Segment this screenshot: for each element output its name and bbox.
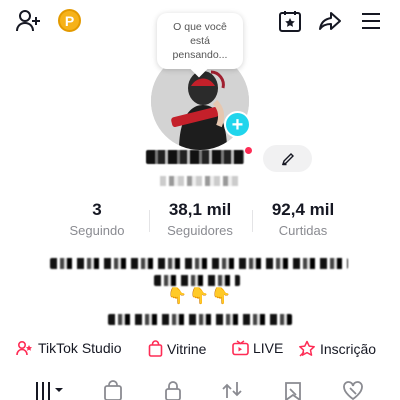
stat-divider (252, 210, 253, 232)
bio-emojis: 👇👇👇 (167, 288, 233, 305)
heart-icon (343, 381, 363, 400)
profile-stats: 3 Seguindo 38,1 mil Seguidores 92,4 mil … (0, 200, 400, 244)
add-avatar-button[interactable]: + (224, 111, 251, 138)
username-redacted (146, 150, 244, 164)
stat-likes[interactable]: 92,4 mil Curtidas (248, 200, 358, 238)
quick-links: TikTok Studio Vitrine LIVE Inscrição (0, 340, 400, 362)
share-icon[interactable] (318, 9, 342, 33)
stat-label: Seguidores (167, 223, 233, 238)
subscription-star-icon (298, 340, 316, 357)
repost-icon (222, 382, 242, 398)
content-tabs (0, 376, 400, 400)
stat-following[interactable]: 3 Seguindo (42, 200, 152, 238)
stat-value: 38,1 mil (168, 200, 232, 219)
stat-label: Curtidas (278, 223, 328, 238)
bio-line-redacted (154, 275, 240, 286)
quick-link-label: LIVE (253, 340, 284, 356)
bio-line-redacted (108, 314, 292, 325)
tab-liked[interactable] (342, 380, 364, 400)
bag-icon (104, 380, 122, 400)
live-tv-icon (232, 340, 249, 356)
notification-dot (245, 147, 252, 154)
quick-link-label: TikTok Studio (38, 340, 122, 356)
live-link[interactable]: LIVE (232, 340, 283, 356)
tab-reposts[interactable] (221, 380, 243, 400)
tiktok-studio-link[interactable]: TikTok Studio (16, 340, 122, 356)
edit-profile-button[interactable] (263, 145, 312, 172)
quick-link-label: Vitrine (167, 340, 207, 357)
tab-private[interactable] (163, 380, 183, 400)
stat-label: Seguindo (69, 223, 125, 238)
stat-value: 92,4 mil (271, 200, 335, 219)
vitrine-link[interactable]: Vitrine (148, 340, 206, 357)
stat-followers[interactable]: 38,1 mil Seguidores (145, 200, 255, 238)
tab-videos-grid[interactable] (34, 380, 68, 400)
bookmark-icon (285, 382, 301, 400)
pencil-icon (281, 152, 295, 166)
favorites-icon[interactable] (278, 9, 302, 33)
quick-link-label: Inscrição (320, 340, 377, 357)
thought-bubble-text: O que você está pensando... (172, 20, 228, 62)
lock-icon (165, 381, 181, 400)
subscription-link[interactable]: Inscrição (298, 340, 376, 357)
coins-icon[interactable]: P (58, 9, 81, 32)
menu-icon[interactable] (360, 10, 382, 32)
stat-divider (149, 210, 150, 232)
handle-redacted (160, 176, 240, 186)
studio-icon (16, 340, 34, 356)
grid-icon (36, 382, 63, 400)
stat-value: 3 (92, 200, 102, 219)
shopping-bag-icon (148, 340, 163, 357)
bio-line-redacted (50, 258, 348, 269)
tab-shop[interactable] (103, 380, 123, 400)
thought-bubble[interactable]: O que você está pensando... (157, 13, 243, 69)
tab-favorites[interactable] (283, 380, 303, 400)
add-friend-icon[interactable] (16, 9, 42, 33)
